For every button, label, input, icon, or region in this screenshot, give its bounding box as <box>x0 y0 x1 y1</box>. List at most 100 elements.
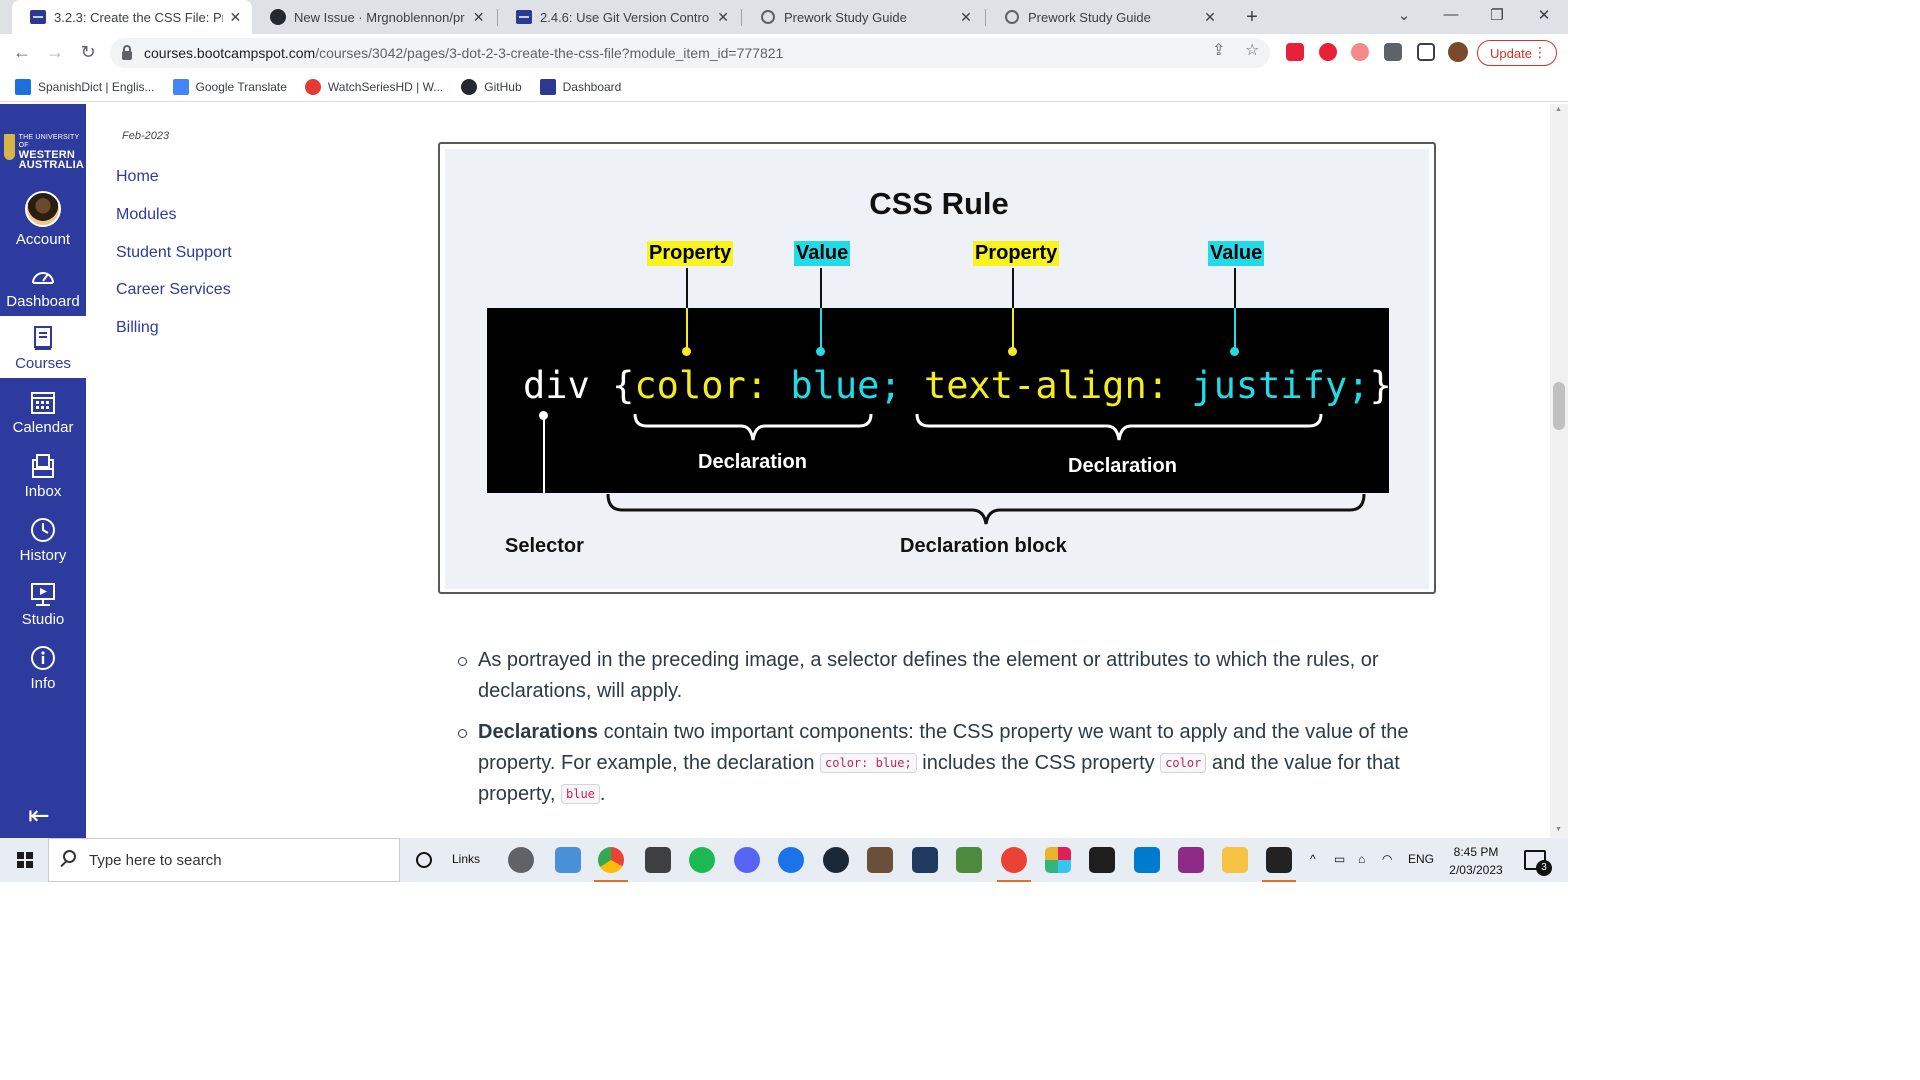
steam-icon[interactable] <box>823 847 849 873</box>
lock-icon[interactable] <box>122 44 132 60</box>
browser-tab-strip: 3.2.3: Create the CSS File: Pre-Wo ✕ New… <box>0 0 1568 34</box>
tab-prework-study-guide-1[interactable]: Prework Study Guide ✕ <box>742 0 984 34</box>
extension-icon[interactable] <box>1286 43 1304 61</box>
new-tab-button[interactable]: + <box>1242 6 1262 29</box>
property-dot <box>682 347 691 356</box>
tab-create-css-file[interactable]: 3.2.3: Create the CSS File: Pre-Wo ✕ <box>12 0 252 34</box>
minecraft-icon[interactable] <box>956 847 982 873</box>
chrome-dev-icon[interactable] <box>997 847 1031 882</box>
tab-prework-study-guide-2[interactable]: Prework Study Guide ✕ <box>986 0 1228 34</box>
mail-icon[interactable] <box>645 847 671 873</box>
nav-courses[interactable]: Courses <box>0 316 86 378</box>
browser-toolbar: ← → ↻ courses.bootcampspot.com/courses/3… <box>0 34 1568 72</box>
cortana-icon[interactable] <box>416 852 432 868</box>
discord-icon[interactable] <box>734 847 760 873</box>
scroll-down-icon[interactable]: ▼ <box>1555 826 1562 833</box>
course-nav-student-support[interactable]: Student Support <box>116 244 232 262</box>
nav-info[interactable]: Info <box>0 636 86 698</box>
connector-line <box>1012 268 1014 308</box>
close-tab-icon[interactable]: ✕ <box>958 9 974 26</box>
nav-dashboard[interactable]: Dashboard <box>0 254 86 316</box>
scroll-up-icon[interactable]: ▲ <box>1555 106 1562 113</box>
value-connector <box>820 308 822 350</box>
nav-studio[interactable]: Studio <box>0 572 86 634</box>
opera-extension-icon[interactable] <box>1319 43 1337 61</box>
bookmark-github[interactable]: GitHub <box>461 78 522 95</box>
course-nav-home[interactable]: Home <box>116 168 159 186</box>
bookmark-spanishdict[interactable]: SpanishDict | Englis... <box>15 78 155 95</box>
back-arrow-icon[interactable]: ← <box>11 42 33 63</box>
minimize-button[interactable]: — <box>1441 6 1461 23</box>
more-menu-icon[interactable]: ⋮ <box>1533 44 1547 61</box>
course-nav-career-services[interactable]: Career Services <box>116 281 231 299</box>
tab-title: 2.4.6: Use Git Version Control to S <box>540 9 711 25</box>
collapse-nav-icon[interactable]: ⇤ <box>28 800 50 831</box>
language-indicator[interactable]: ENG <box>1408 852 1434 866</box>
nav-account[interactable]: Account <box>0 191 86 254</box>
extension-icon[interactable] <box>1351 43 1369 61</box>
tab-search-dropdown-icon[interactable]: ⌄ <box>1394 6 1414 24</box>
show-hidden-icons-icon[interactable]: ^ <box>1310 852 1316 866</box>
terminal-icon[interactable] <box>1089 847 1115 873</box>
wifi-icon[interactable]: ◠ <box>1382 852 1392 866</box>
notifications-icon[interactable]: 3 <box>1524 850 1552 876</box>
scroll-thumb[interactable] <box>1553 382 1565 430</box>
value-dot <box>1230 347 1239 356</box>
close-tab-icon[interactable]: ✕ <box>471 9 486 26</box>
course-nav-billing[interactable]: Billing <box>116 319 159 337</box>
slack-icon[interactable] <box>1045 847 1071 873</box>
extensions-puzzle-icon[interactable] <box>1384 43 1402 61</box>
nav-calendar[interactable]: Calendar <box>0 380 86 442</box>
file-explorer-icon[interactable] <box>555 847 581 873</box>
taskbar-clock[interactable]: 8:45 PM 2/03/2023 <box>1440 843 1512 879</box>
folder-icon[interactable] <box>1222 847 1248 873</box>
diagram-title: CSS Rule <box>869 186 1009 221</box>
vscode-icon[interactable] <box>1134 847 1160 873</box>
list-item: Declarations contain two important compo… <box>456 717 1436 810</box>
courses-icon <box>30 325 56 351</box>
address-bar[interactable]: courses.bootcampspot.com/courses/3042/pa… <box>110 38 1270 68</box>
profile-avatar[interactable] <box>1448 42 1468 62</box>
bookmark-watchserieshd[interactable]: WatchSeriesHD | W... <box>304 78 443 95</box>
course-nav-modules[interactable]: Modules <box>116 206 176 224</box>
close-tab-icon[interactable]: ✕ <box>716 9 730 26</box>
bookmark-dashboard[interactable]: Dashboard <box>539 78 621 95</box>
university-logo[interactable]: THE UNIVERSITY OF WESTERN AUSTRALIA <box>4 134 84 171</box>
bookmark-star-icon[interactable]: ☆ <box>1245 40 1259 60</box>
close-tab-icon[interactable]: ✕ <box>1202 9 1218 26</box>
search-icon <box>63 850 76 863</box>
game-icon[interactable] <box>867 847 893 873</box>
chrome-icon[interactable] <box>594 847 628 882</box>
app-icon[interactable] <box>778 847 804 873</box>
device-icon[interactable]: ⌂ <box>1358 852 1365 866</box>
share-icon[interactable]: ⇪ <box>1212 40 1225 60</box>
winrar-icon[interactable] <box>1178 847 1204 873</box>
taskbar-search-box[interactable]: Type here to search <box>48 838 400 882</box>
links-toolbar[interactable]: Links <box>452 852 480 866</box>
battery-icon[interactable]: ▭ <box>1334 852 1345 866</box>
declaration-brace-1 <box>633 413 873 441</box>
calendar-icon <box>30 389 56 415</box>
close-tab-icon[interactable]: ✕ <box>229 9 242 26</box>
tab-git-version-control[interactable]: 2.4.6: Use Git Version Control to S ✕ <box>498 0 740 34</box>
nav-history[interactable]: History <box>0 508 86 570</box>
term-label: Feb-2023 <box>122 130 170 142</box>
windows-start-icon[interactable] <box>17 852 33 868</box>
spotify-icon[interactable] <box>689 847 715 873</box>
close-window-button[interactable]: ✕ <box>1534 6 1554 24</box>
selector-label: Selector <box>505 535 584 557</box>
league-icon[interactable] <box>912 847 938 873</box>
spanishdict-icon <box>15 78 31 95</box>
settings-gear-icon[interactable] <box>508 847 534 873</box>
restore-button[interactable]: ❐ <box>1487 6 1507 24</box>
inline-code: color <box>1160 753 1207 773</box>
bookmark-google-translate[interactable]: Google Translate <box>172 78 287 95</box>
tab-new-issue[interactable]: New Issue · Mrgnoblennon/prew ✕ <box>252 0 496 34</box>
forward-arrow-icon[interactable]: → <box>44 42 66 63</box>
reload-icon[interactable]: ↻ <box>77 42 99 63</box>
side-panel-icon[interactable] <box>1417 43 1435 61</box>
nav-inbox[interactable]: Inbox <box>0 444 86 506</box>
update-button[interactable]: Update ⋮ <box>1477 40 1557 66</box>
page-scrollbar[interactable]: ▲ ▼ <box>1550 104 1568 838</box>
photos-icon[interactable] <box>1262 847 1296 882</box>
